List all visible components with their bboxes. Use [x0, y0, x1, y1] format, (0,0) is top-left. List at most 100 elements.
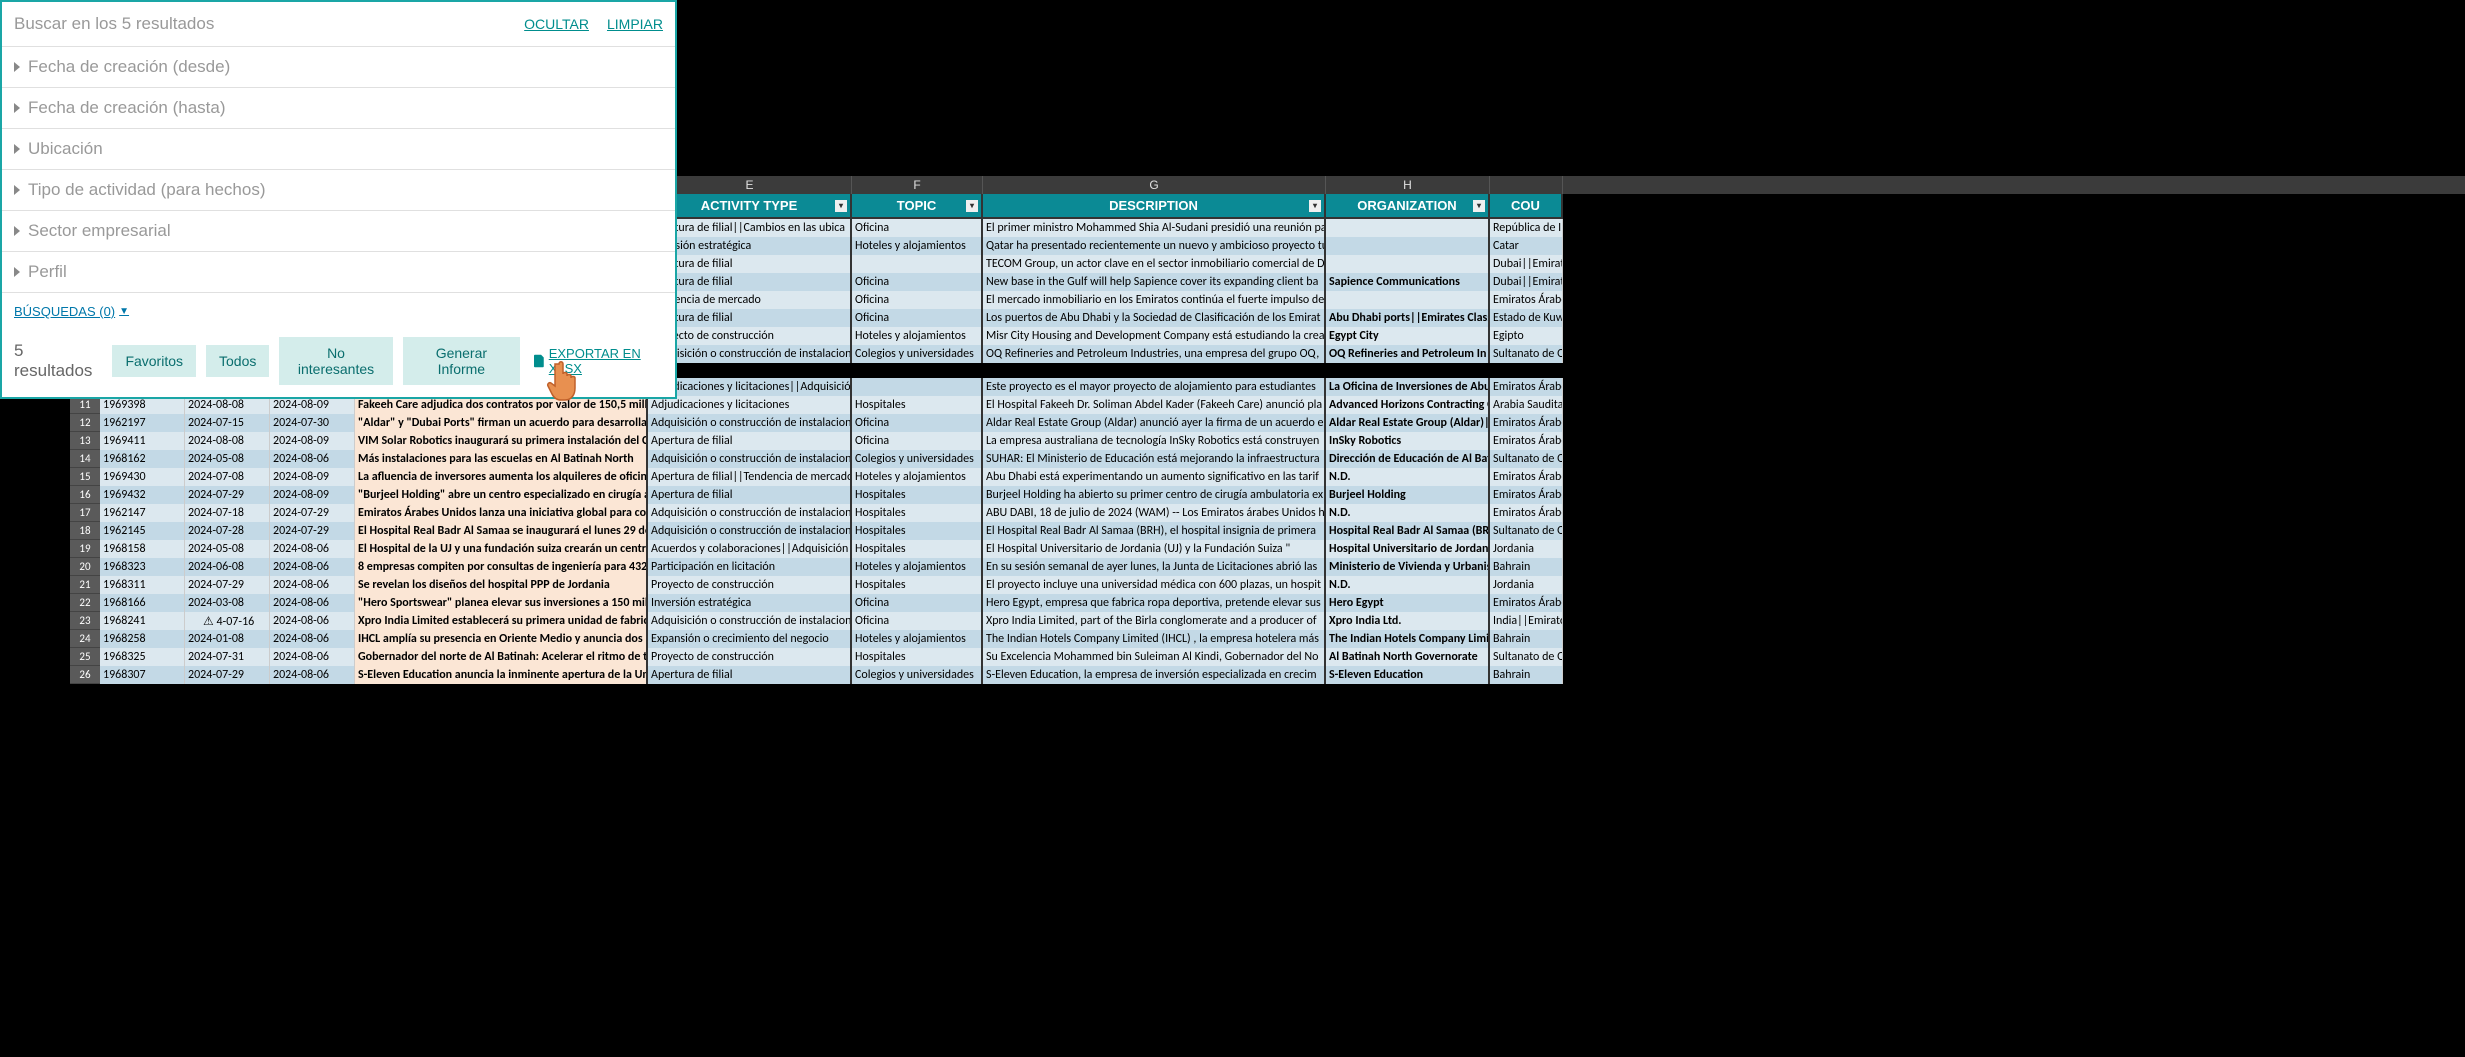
cell-activity: Acuerdos y colaboraciones||Adquisición	[648, 540, 852, 558]
table-row[interactable]: 1419681622024-05-082024-08-06Más instala…	[70, 450, 2465, 468]
search-input[interactable]	[14, 8, 506, 40]
filter-dropdown-icon[interactable]: ▾	[1309, 200, 1321, 212]
cell-organization: Xpro India Ltd.	[1326, 612, 1490, 630]
row-number[interactable]: 24	[70, 630, 100, 648]
filter-item-5[interactable]: Perfil	[2, 252, 675, 293]
cell-description: S-Eleven Education, la empresa de invers…	[983, 666, 1326, 684]
cell-description: Los puertos de Abu Dhabi y la Sociedad d…	[983, 309, 1326, 327]
filter-dropdown-icon[interactable]: ▾	[966, 200, 978, 212]
table-row[interactable]: 1519694302024-07-082024-08-09La afluenci…	[70, 468, 2465, 486]
filter-label: Tipo de actividad (para hechos)	[28, 180, 266, 200]
cell-topic: Hoteles y alojamientos	[852, 237, 983, 255]
row-number[interactable]: 17	[70, 504, 100, 522]
table-row[interactable]: 2419682582024-01-082024-08-06IHCL amplía…	[70, 630, 2465, 648]
filter-item-3[interactable]: Tipo de actividad (para hechos)	[2, 170, 675, 211]
cell-title: "Hero Sportswear" planea elevar sus inve…	[355, 594, 648, 612]
filter-dropdown-icon[interactable]: ▾	[835, 200, 847, 212]
table-row[interactable]: Inversión estratégicaHoteles y alojamien…	[648, 237, 2465, 255]
table-row[interactable]: 1219621972024-07-152024-07-30"Aldar" y "…	[70, 414, 2465, 432]
cell-country: Emiratos Árabe	[1490, 594, 1563, 612]
filter-item-4[interactable]: Sector empresarial	[2, 211, 675, 252]
searches-dropdown[interactable]: BÚSQUEDAS (0)▼	[14, 304, 129, 319]
row-number[interactable]: 16	[70, 486, 100, 504]
filter-dropdown-icon[interactable]: ▾	[1473, 200, 1485, 212]
cell-title: Xpro India Limited establecerá su primer…	[355, 612, 648, 630]
row-number[interactable]: 20	[70, 558, 100, 576]
cell-country: Egipto	[1490, 327, 1563, 345]
table-row[interactable]: Apertura de filialTECOM Group, un actor …	[648, 255, 2465, 273]
cell-country: Dubai||Emirat	[1490, 255, 1563, 273]
table-row[interactable]: Apertura de filialOficinaLos puertos de …	[648, 309, 2465, 327]
row-number[interactable]: 15	[70, 468, 100, 486]
header-country[interactable]: COU	[1490, 194, 1563, 219]
favorites-button[interactable]: Favoritos	[112, 345, 196, 377]
row-number[interactable]: 21	[70, 576, 100, 594]
generate-report-button[interactable]: Generar Informe	[403, 337, 520, 385]
table-row[interactable]: Adquisición o construcción de instalacio…	[648, 345, 2465, 363]
column-letters-row: E F G H	[648, 176, 2465, 194]
searches-row: BÚSQUEDAS (0)▼	[2, 293, 675, 331]
cell-activity: Apertura de filial	[648, 309, 852, 327]
col-letter-i[interactable]	[1490, 176, 1563, 194]
cell-organization: N.D.	[1326, 576, 1490, 594]
cell-country: Emiratos Árabe	[1490, 468, 1563, 486]
table-row[interactable]: 1319694112024-08-082024-08-09VIM Solar R…	[70, 432, 2465, 450]
cell-title: Emiratos Árabes Unidos lanza una iniciat…	[355, 504, 648, 522]
table-row[interactable]: 1919681582024-05-082024-08-06El Hospital…	[70, 540, 2465, 558]
row-number[interactable]: 12	[70, 414, 100, 432]
col-letter-e[interactable]: E	[648, 176, 852, 194]
table-row[interactable]: 1619694322024-07-292024-08-09"Burjeel Ho…	[70, 486, 2465, 504]
col-letter-g[interactable]: G	[983, 176, 1326, 194]
row-number[interactable]: 22	[70, 594, 100, 612]
cell-country: Catar	[1490, 237, 1563, 255]
filter-item-1[interactable]: Fecha de creación (hasta)	[2, 88, 675, 129]
not-interesting-button[interactable]: No interesantes	[279, 337, 392, 385]
table-row[interactable]: 2219681662024-03-082024-08-06"Hero Sport…	[70, 594, 2465, 612]
table-row[interactable]: 231968241⚠ 4-07-162024-08-06Xpro India L…	[70, 612, 2465, 630]
cell-title: Se revelan los diseños del hospital PPP …	[355, 576, 648, 594]
header-description[interactable]: DESCRIPTION▾	[983, 194, 1326, 219]
all-button[interactable]: Todos	[206, 345, 269, 377]
cell-id: 1968323	[100, 558, 185, 576]
hide-link[interactable]: OCULTAR	[524, 16, 589, 32]
cell-country: Emiratos Árabe	[1490, 291, 1563, 309]
table-row[interactable]: 2119683112024-07-292024-08-06Se revelan …	[70, 576, 2465, 594]
table-row[interactable]: Proyecto de construcciónHoteles y alojam…	[648, 327, 2465, 345]
table-row[interactable]: Tendencia de mercadoOficinaEl mercado in…	[648, 291, 2465, 309]
table-row[interactable]: 2019683232024-06-082024-08-068 empresas …	[70, 558, 2465, 576]
cell-country: Estado de Kuw	[1490, 309, 1563, 327]
row-number[interactable]: 14	[70, 450, 100, 468]
cell-date-created: 2024-07-18	[185, 504, 270, 522]
row-number[interactable]: 25	[70, 648, 100, 666]
header-topic[interactable]: TOPIC▾	[852, 194, 983, 219]
cell-description: Aldar Real Estate Group (Aldar) anunció …	[983, 414, 1326, 432]
row-number[interactable]: 13	[70, 432, 100, 450]
table-row[interactable]: Apertura de filial||Cambios en las ubica…	[648, 219, 2465, 237]
header-activity-type[interactable]: ACTIVITY TYPE▾	[648, 194, 852, 219]
row-number[interactable]: 26	[70, 666, 100, 684]
export-xlsx-link[interactable]: EXPORTAR EN XLSX	[534, 346, 663, 376]
row-number[interactable]: 23	[70, 612, 100, 630]
filter-item-2[interactable]: Ubicación	[2, 129, 675, 170]
header-organization[interactable]: ORGANIZATION▾	[1326, 194, 1490, 219]
cell-description: Burjeel Holding ha abierto su primer cen…	[983, 486, 1326, 504]
row-number[interactable]: 19	[70, 540, 100, 558]
cell-description: New base in the Gulf will help Sapience …	[983, 273, 1326, 291]
search-row: OCULTAR LIMPIAR	[2, 2, 675, 47]
table-row[interactable]: 2619683072024-07-292024-08-06S-Eleven Ed…	[70, 666, 2465, 684]
table-row[interactable]: 1719621472024-07-182024-07-29Emiratos Ár…	[70, 504, 2465, 522]
clear-link[interactable]: LIMPIAR	[607, 16, 663, 32]
row-number[interactable]: 18	[70, 522, 100, 540]
cell-topic	[852, 255, 983, 273]
col-letter-h[interactable]: H	[1326, 176, 1490, 194]
table-row[interactable]: Apertura de filialOficinaNew base in the…	[648, 273, 2465, 291]
cell-description: Qatar ha presentado recientemente un nue…	[983, 237, 1326, 255]
table-row[interactable]: 1819621452024-07-282024-07-29El Hospital…	[70, 522, 2465, 540]
cell-organization: Ministerio de Vivienda y Urbanis	[1326, 558, 1490, 576]
cell-activity: Tendencia de mercado	[648, 291, 852, 309]
cell-date-updated: 2024-07-29	[270, 504, 355, 522]
cell-date-updated: 2024-08-06	[270, 594, 355, 612]
filter-item-0[interactable]: Fecha de creación (desde)	[2, 47, 675, 88]
col-letter-f[interactable]: F	[852, 176, 983, 194]
table-row[interactable]: 2519683252024-07-312024-08-06Gobernador …	[70, 648, 2465, 666]
